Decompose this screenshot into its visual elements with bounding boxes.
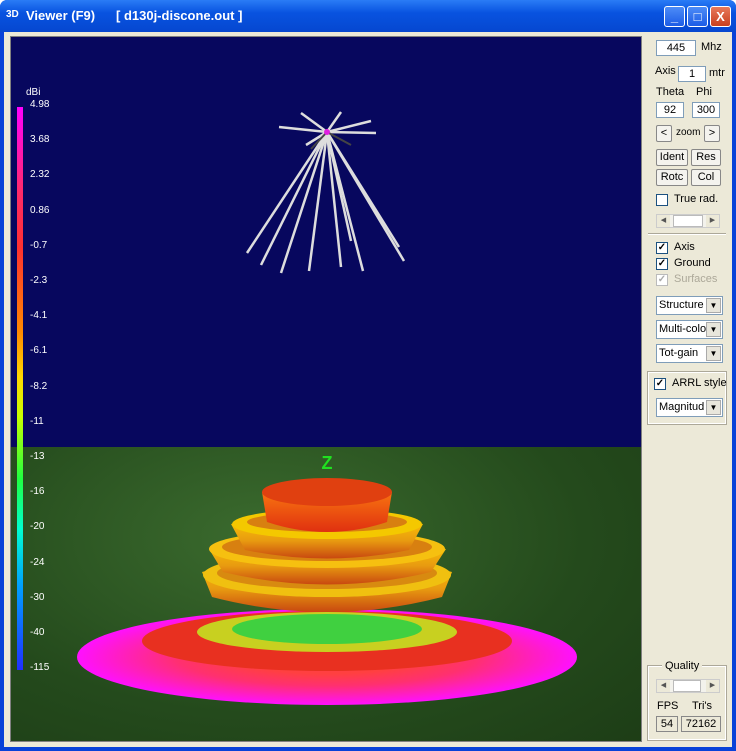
chevron-down-icon: ▼ bbox=[706, 400, 721, 415]
gain-select-value: Tot-gain bbox=[659, 347, 699, 359]
tris-label: Tri's bbox=[692, 700, 713, 712]
app-3d-icon: 3D bbox=[6, 9, 19, 20]
close-button[interactable]: X bbox=[710, 6, 731, 27]
axis-length-unit: mtr bbox=[709, 67, 725, 79]
axis-checkbox[interactable]: ✓ bbox=[656, 242, 668, 254]
theta-input[interactable]: 92 bbox=[656, 102, 684, 118]
surfaces-checkbox-label: Surfaces bbox=[674, 273, 718, 285]
chevron-down-icon: ▼ bbox=[706, 346, 721, 361]
fps-label: FPS bbox=[657, 700, 679, 712]
ground-checkbox[interactable]: ✓ bbox=[656, 258, 668, 270]
phi-label: Phi bbox=[696, 86, 712, 98]
surfaces-checkbox[interactable]: ✓ bbox=[656, 274, 668, 286]
frequency-unit: Mhz bbox=[701, 41, 722, 53]
axis-length-input[interactable]: 1 bbox=[678, 66, 706, 82]
control-panel: 445 Mhz Axis 1 mtr Theta Phi 92 300 < zo… bbox=[646, 34, 728, 744]
zoom-out-button[interactable]: < bbox=[656, 125, 672, 142]
3d-viewport[interactable]: dBi 4.98 3.68 2.32 0.86 -0.7 -2.3 -4.1 -6.1 -8.2… bbox=[10, 36, 642, 742]
ident-button[interactable]: Ident bbox=[656, 149, 688, 166]
col-button[interactable]: Col bbox=[691, 169, 721, 186]
radiation-pattern bbox=[77, 478, 577, 705]
axis-checkbox-label: Axis bbox=[674, 241, 695, 253]
z-axis-label: Z bbox=[322, 453, 333, 473]
color-select[interactable]: Multi-colo ▼ bbox=[656, 320, 723, 339]
axis-length-label: Axis bbox=[655, 65, 676, 77]
magnitude-select-value: Magnitud bbox=[659, 401, 705, 413]
viewer-window: 3D Viewer (F9) [ d130j-discone.out ] _ □… bbox=[0, 0, 736, 751]
window-file-name: [ d130j-discone.out ] bbox=[116, 8, 243, 23]
arrl-style-checkbox[interactable]: ✓ bbox=[654, 378, 666, 390]
true-rad-label: True rad. bbox=[674, 193, 719, 205]
client-area: dBi 4.98 3.68 2.32 0.86 -0.7 -2.3 -4.1 -6.1 -8.2… bbox=[4, 32, 732, 747]
quality-slider[interactable]: ◀ ▶ bbox=[656, 679, 720, 693]
tris-value: 72162 bbox=[681, 716, 721, 732]
gain-select[interactable]: Tot-gain ▼ bbox=[656, 344, 723, 363]
theta-label: Theta bbox=[656, 86, 685, 98]
ground-checkbox-label: Ground bbox=[674, 257, 711, 269]
antenna-structure bbox=[245, 111, 406, 274]
true-rad-slider[interactable]: ◀ ▶ bbox=[656, 214, 720, 228]
rotc-button[interactable]: Rotc bbox=[656, 169, 688, 186]
display-select[interactable]: Structure ▼ bbox=[656, 296, 723, 315]
quality-label: Quality bbox=[662, 660, 703, 672]
chevron-down-icon: ▼ bbox=[706, 298, 721, 313]
frequency-input[interactable]: 445 bbox=[656, 40, 696, 56]
fps-value: 54 bbox=[656, 716, 678, 732]
arrl-style-label: ARRL style bbox=[672, 377, 727, 389]
window-title: Viewer (F9) bbox=[26, 8, 96, 23]
true-rad-checkbox[interactable] bbox=[656, 194, 668, 206]
scene-svg: Z bbox=[77, 111, 577, 705]
zoom-label: zoom bbox=[676, 127, 701, 138]
minimize-button[interactable]: _ bbox=[664, 6, 685, 27]
chevron-down-icon: ▼ bbox=[706, 322, 721, 337]
color-select-value: Multi-colo bbox=[659, 323, 707, 335]
phi-input[interactable]: 300 bbox=[692, 102, 720, 118]
maximize-button[interactable]: □ bbox=[687, 6, 708, 27]
res-button[interactable]: Res bbox=[691, 149, 721, 166]
zoom-in-button[interactable]: > bbox=[704, 125, 720, 142]
magnitude-select[interactable]: Magnitud ▼ bbox=[656, 398, 723, 417]
title-bar[interactable]: 3D Viewer (F9) [ d130j-discone.out ] _ □… bbox=[0, 0, 736, 32]
display-select-value: Structure bbox=[659, 299, 704, 311]
